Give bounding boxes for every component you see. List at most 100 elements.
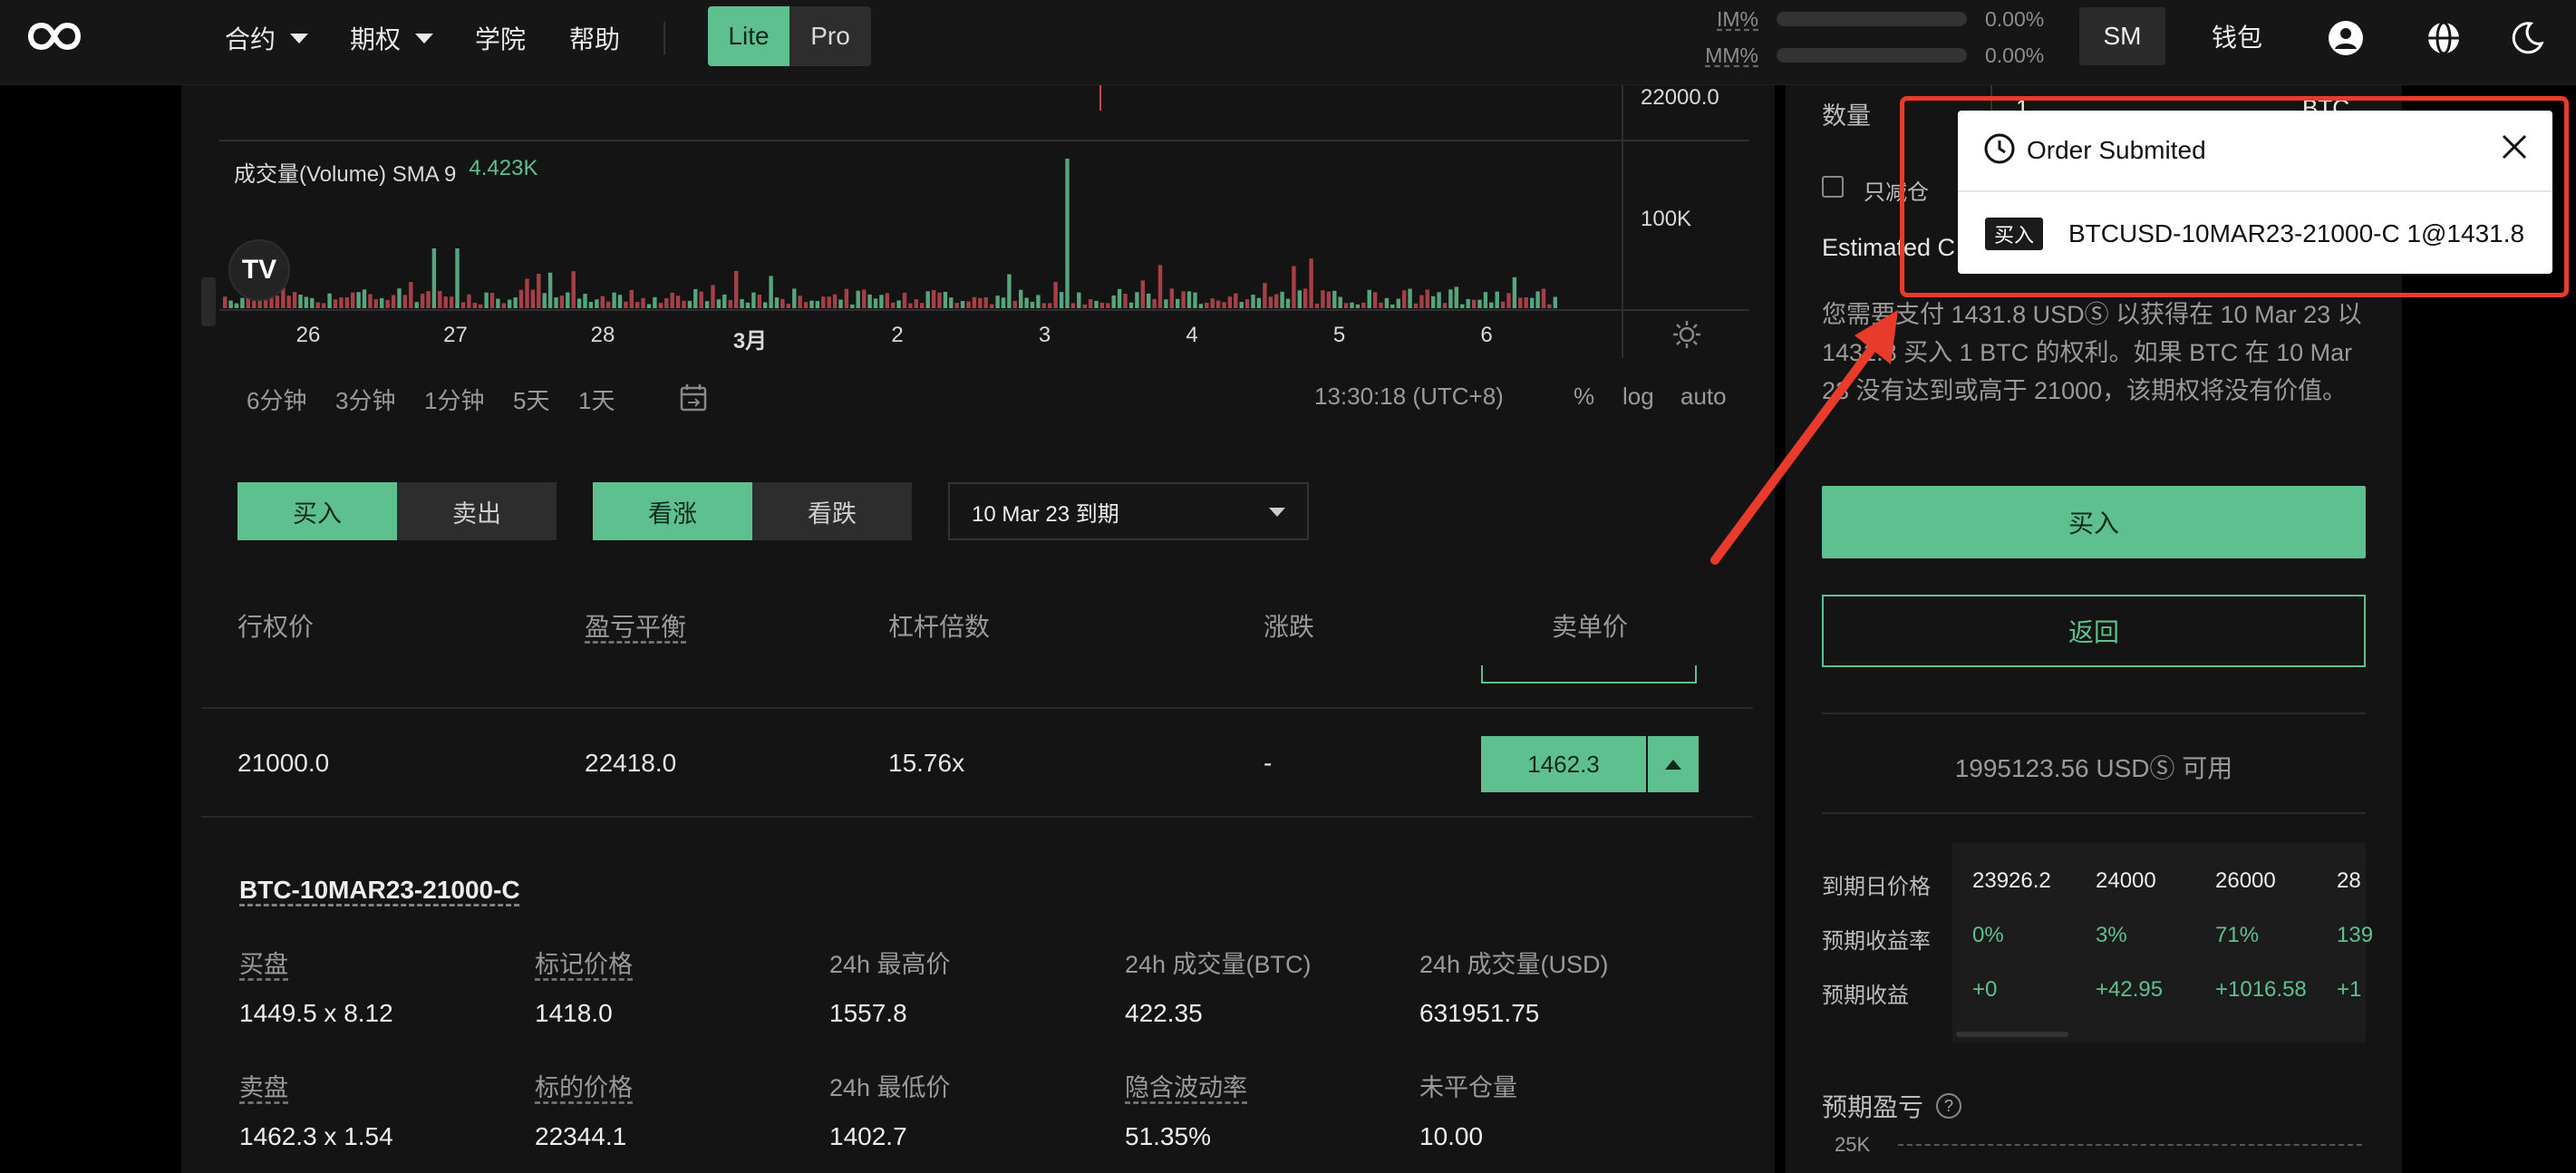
volume-bar	[1117, 288, 1122, 308]
direction-toggle: 看涨 看跌	[593, 482, 912, 540]
proj-row-price: 到期日价格	[1822, 875, 1931, 899]
volume-bar	[711, 285, 715, 308]
volume-bar	[391, 295, 396, 308]
call-tab[interactable]: 看涨	[593, 482, 752, 540]
chevron-up-icon	[1665, 759, 1681, 770]
volume-bar	[455, 248, 460, 308]
close-icon[interactable]	[2498, 131, 2531, 163]
volume-bar	[298, 295, 303, 308]
volume-bar	[1460, 304, 1465, 308]
volume-bar	[339, 297, 344, 308]
volume-bar	[1030, 301, 1035, 308]
volume-bar	[612, 292, 616, 308]
volume-bar	[629, 289, 634, 308]
volume-bar	[1471, 299, 1477, 308]
volume-bar	[902, 292, 907, 308]
volume-bar	[275, 296, 280, 308]
stat-label[interactable]: 买盘	[239, 945, 288, 980]
volume-bar	[501, 303, 506, 308]
projection-scrollbar[interactable]	[1956, 1032, 2068, 1037]
volume-bar	[949, 297, 954, 308]
header-strike: 行权价	[237, 613, 315, 641]
toast-title: Order Submited	[2027, 136, 2206, 164]
volume-bar	[547, 272, 553, 308]
timeframe-1d[interactable]: 1天	[578, 383, 615, 416]
previous-row-ask-button[interactable]	[1481, 665, 1697, 683]
volume-bar	[513, 297, 518, 308]
volume-bar	[1413, 303, 1419, 308]
volume-bar	[1048, 303, 1052, 308]
volume-bar	[310, 297, 315, 308]
expand-row-button[interactable]	[1648, 736, 1699, 792]
contract-name[interactable]: BTC-10MAR23-21000-C	[239, 876, 520, 905]
log-toggle[interactable]: log	[1622, 383, 1654, 411]
volume-bar	[1442, 303, 1448, 308]
timeframe-5d[interactable]: 5天	[513, 383, 549, 416]
wallet-link[interactable]: 钱包	[2212, 18, 2262, 54]
volume-bar	[588, 302, 594, 308]
date-range-icon[interactable]	[678, 383, 709, 413]
volume-bar	[931, 290, 936, 308]
stat-label[interactable]: 卖盘	[239, 1068, 288, 1103]
moon-icon[interactable]	[2509, 20, 2545, 56]
volume-bar	[1402, 290, 1407, 308]
stat-label[interactable]: 标记价格	[535, 945, 633, 980]
header-breakeven: 盈亏平衡	[585, 613, 687, 641]
tradingview-logo[interactable]: TV	[228, 239, 290, 301]
volume-bar	[344, 297, 349, 308]
projection-cell-pnl: +1016.58	[2215, 977, 2307, 1002]
volume-bar	[821, 296, 826, 308]
ask-price-button[interactable]: 1462.3	[1481, 736, 1646, 792]
volume-bar	[809, 300, 814, 308]
back-button[interactable]: 返回	[1822, 595, 2366, 667]
reduce-only-checkbox[interactable]	[1822, 176, 1844, 198]
volume-bar	[1244, 299, 1250, 308]
volume-bar	[908, 303, 913, 308]
volume-bar	[397, 288, 402, 308]
volume-bar	[856, 290, 860, 308]
header-change: 涨跌	[1264, 613, 1315, 641]
row-change: -	[1264, 749, 1273, 777]
volume-bar	[1169, 288, 1174, 308]
gear-icon[interactable]	[1671, 319, 1702, 350]
put-tab[interactable]: 看跌	[752, 482, 912, 540]
timeframe-1m[interactable]: 1分钟	[424, 383, 484, 416]
volume-bar	[1547, 304, 1552, 308]
volume-bar	[653, 296, 657, 308]
volume-bar	[1292, 266, 1296, 308]
volume-bar	[304, 296, 309, 308]
volume-bar	[606, 301, 611, 308]
volume-bar	[1053, 282, 1058, 308]
expiry-select-value: 10 Mar 23 到期	[972, 501, 1119, 527]
volume-bar	[1332, 290, 1337, 308]
proj-row-rate: 预期收益率	[1822, 929, 1931, 954]
x-axis-tick: 6	[1480, 323, 1493, 347]
timeframe-6m[interactable]: 6分钟	[247, 383, 306, 416]
available-balance: 1995123.56 USDⓈ 可用	[1954, 754, 2233, 782]
account-button[interactable]: SM	[2079, 7, 2165, 65]
percent-toggle[interactable]: %	[1574, 383, 1594, 411]
volume-bar	[972, 296, 977, 308]
header-leverage: 杠杆倍数	[888, 613, 991, 641]
toast-divider	[1958, 190, 2552, 192]
volume-bar	[798, 296, 802, 308]
panel-divider	[1822, 713, 2366, 714]
expiry-select[interactable]: 10 Mar 23 到期	[948, 482, 1309, 540]
volume-bar	[571, 271, 576, 308]
timeframe-3m[interactable]: 3分钟	[335, 383, 395, 416]
globe-icon[interactable]	[2426, 20, 2462, 56]
volume-bar	[1082, 304, 1087, 308]
help-icon[interactable]: ?	[1936, 1093, 1962, 1119]
volume-bar	[467, 294, 471, 308]
volume-bar	[1007, 274, 1012, 308]
sell-side-tab[interactable]: 卖出	[397, 482, 557, 540]
volume-bar	[583, 294, 587, 308]
volume-bar	[1361, 302, 1366, 308]
user-icon[interactable]	[2328, 20, 2364, 56]
volume-bar	[409, 282, 413, 308]
volume-bar	[1065, 159, 1070, 308]
volume-bar	[1036, 295, 1041, 308]
stat-label[interactable]: 隐含波动率	[1125, 1068, 1247, 1103]
stat-label[interactable]: 标的价格	[535, 1068, 633, 1103]
buy-side-tab[interactable]: 买入	[237, 482, 397, 540]
